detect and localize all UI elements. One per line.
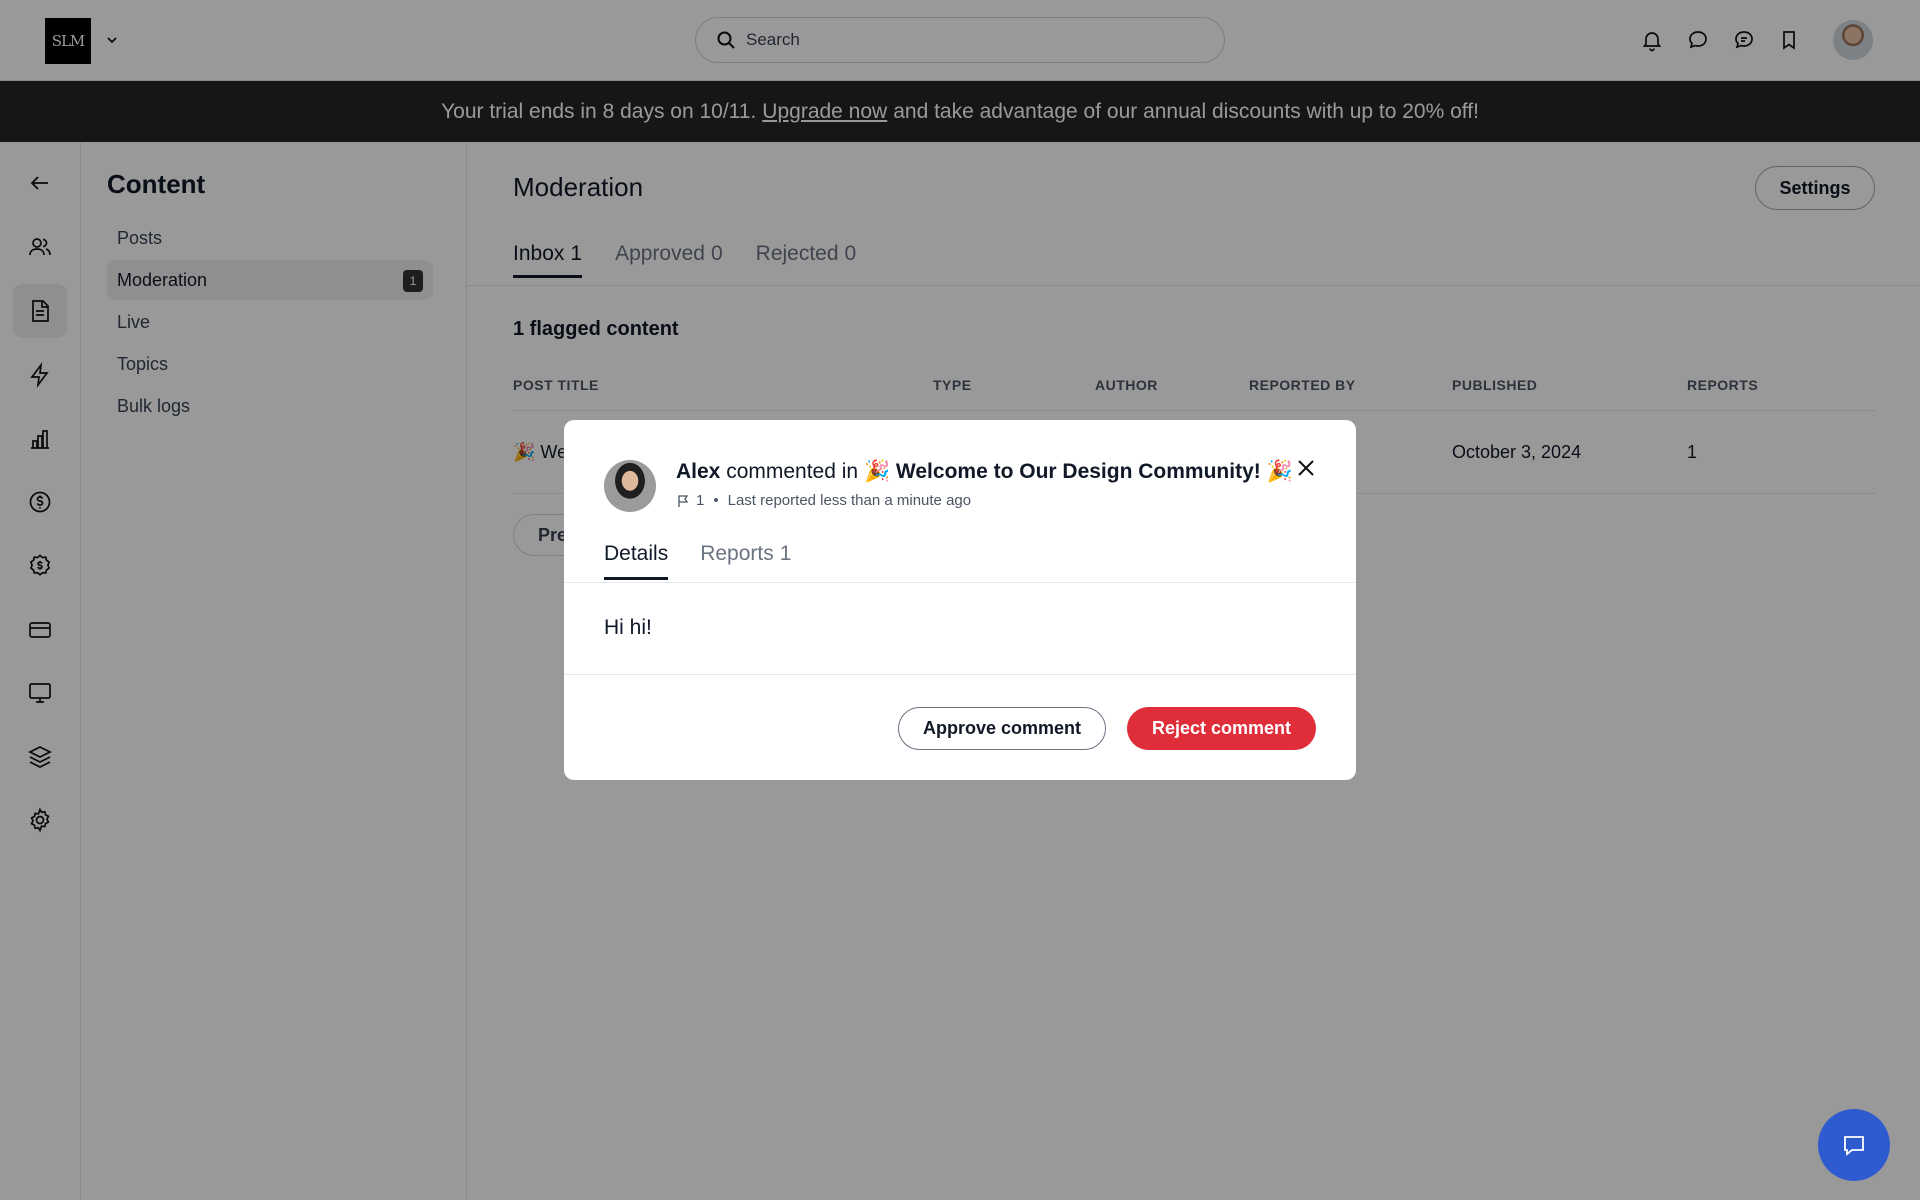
comment-review-modal: Alex commented in 🎉 Welcome to Our Desig… xyxy=(564,420,1356,780)
action-text: commented in xyxy=(726,460,859,483)
comment-body: Hi hi! xyxy=(604,616,652,639)
author-avatar xyxy=(604,460,656,512)
close-icon[interactable] xyxy=(1294,456,1318,480)
modal-tabs: Details Reports 1 xyxy=(604,542,823,580)
chat-bubble-icon xyxy=(1844,1136,1864,1156)
modal-footer-divider xyxy=(564,674,1356,675)
meta-separator: • xyxy=(713,492,719,509)
tab-reports[interactable]: Reports 1 xyxy=(700,542,791,578)
modal-tabs-divider xyxy=(564,582,1356,583)
tab-label: Reports xyxy=(700,542,774,565)
last-reported-text: Last reported less than a minute ago xyxy=(727,492,972,509)
tab-details[interactable]: Details xyxy=(604,542,669,580)
post-title-link[interactable]: 🎉 Welcome to Our Design Community! 🎉 xyxy=(864,460,1293,483)
tab-count: 1 xyxy=(779,542,792,565)
comment-author[interactable]: Alex xyxy=(676,460,720,483)
flag-icon xyxy=(678,494,689,507)
report-meta: 1 • Last reported less than a minute ago xyxy=(676,492,971,509)
approve-comment-button[interactable]: Approve comment xyxy=(898,707,1106,750)
report-count: 1 xyxy=(696,492,705,509)
support-chat-button[interactable] xyxy=(1818,1109,1890,1181)
reject-comment-button[interactable]: Reject comment xyxy=(1127,707,1316,750)
modal-title: Alex commented in 🎉 Welcome to Our Desig… xyxy=(676,460,1293,484)
tab-label: Details xyxy=(604,542,669,565)
